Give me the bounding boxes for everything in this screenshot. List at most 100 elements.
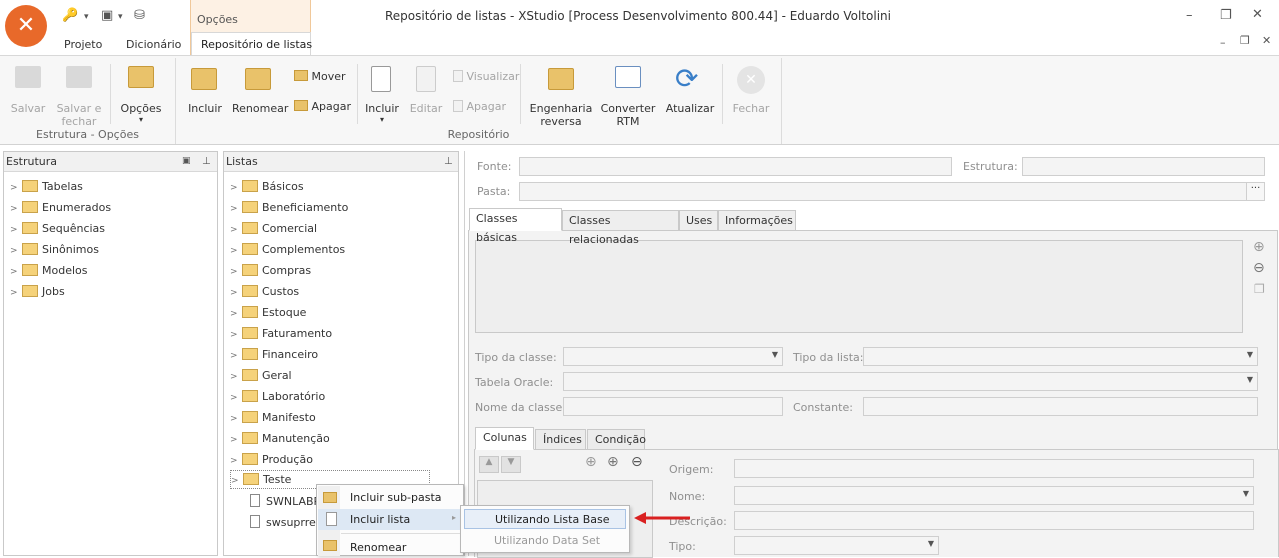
classes-list[interactable] [475,240,1243,333]
pin-icon[interactable]: ⊥ [444,152,453,171]
mdi-close-icon[interactable]: ✕ [1262,34,1271,47]
expand-arrow-icon[interactable]: > [230,199,242,220]
salvar-e-fechar-button[interactable]: Salvar e fechar [55,66,103,128]
tree-item[interactable]: > Sequências [10,218,105,239]
atualizar-button[interactable]: ⟳ Atualizar [665,62,715,124]
expand-arrow-icon[interactable]: > [231,473,243,490]
expand-arrow-icon[interactable]: > [10,220,22,241]
list-file-item[interactable]: swsuprren [250,512,323,533]
list-folder-item[interactable]: > Comercial [230,218,317,239]
converter-rtm-button[interactable]: Converter RTM [600,66,656,130]
remove-column-icon[interactable]: ⊖ [631,454,643,470]
incluir-button[interactable]: Incluir [185,66,225,124]
expand-arrow-icon[interactable]: > [230,409,242,430]
tab-dicionario[interactable]: Dicionário [126,38,181,51]
engenharia-reversa-button[interactable]: Engenharia reversa [528,66,594,130]
expand-arrow-icon[interactable]: > [230,367,242,388]
origem-field[interactable] [734,459,1254,478]
editar-button[interactable]: Editar [408,66,444,124]
tipo-select[interactable]: ▼ [734,536,939,555]
link-add-icon[interactable]: ⊕ [585,454,597,470]
tree-item[interactable]: > Tabelas [10,176,83,197]
tab-classes-básicas[interactable]: Classes básicas [469,208,562,244]
pasta-field[interactable] [519,182,1265,201]
tree-item[interactable]: > Modelos [10,260,88,281]
expand-arrow-icon[interactable]: > [230,451,242,472]
expand-arrow-icon[interactable]: > [230,430,242,451]
list-folder-item[interactable]: > Complementos [230,239,345,260]
list-folder-item[interactable]: > Básicos [230,176,304,197]
expand-arrow-icon[interactable]: > [230,220,242,241]
descricao-field[interactable] [734,511,1254,530]
nome-classe-field[interactable] [563,397,783,416]
nome-select[interactable]: ▼ [734,486,1254,505]
apagar-button[interactable]: Apagar [294,100,351,116]
expand-arrow-icon[interactable]: > [230,178,242,199]
fonte-field[interactable] [519,157,952,176]
list-folder-item[interactable]: > Manutenção [230,428,330,449]
menu-item-renomear[interactable]: Renomear [317,536,463,556]
list-folder-item[interactable]: > Estoque [230,302,306,323]
expand-arrow-icon[interactable]: > [10,283,22,304]
renomear-button[interactable]: Renomear [232,66,288,124]
mover-button[interactable]: Mover [294,70,346,86]
pin-icon[interactable]: ⊥ [202,152,211,171]
maximize-pane-icon[interactable]: ▣ [182,152,191,171]
list-folder-item[interactable]: > Beneficiamento [230,197,348,218]
subtab-1[interactable]: Índices [535,429,586,450]
list-folder-item[interactable]: > Financeiro [230,344,318,365]
expand-arrow-icon[interactable]: > [230,388,242,409]
copy-icon[interactable]: ❐ [1254,282,1265,296]
window-icon[interactable]: ▣ [101,8,113,23]
constante-field[interactable] [863,397,1258,416]
expand-arrow-icon[interactable]: > [230,346,242,367]
tree-item[interactable]: > Enumerados [10,197,111,218]
opcoes-button[interactable]: Opções ▾ [118,66,164,124]
expand-arrow-icon[interactable]: > [230,304,242,325]
mdi-restore-icon[interactable]: ❐ [1240,34,1250,47]
expand-arrow-icon[interactable]: > [10,262,22,283]
expand-arrow-icon[interactable]: > [10,178,22,199]
list-folder-item[interactable]: > Compras [230,260,311,281]
tab-uses[interactable]: Uses [679,210,718,231]
add-column-icon[interactable]: ⊕ [607,454,619,470]
menu-item-incluir-lista[interactable]: Incluir lista ▸ [318,509,463,530]
remove-icon[interactable]: ⊖ [1253,260,1265,276]
list-folder-item[interactable]: > Custos [230,281,299,302]
minimize-icon[interactable]: – [1186,8,1193,23]
expand-arrow-icon[interactable]: > [10,241,22,262]
database-icon[interactable]: ⛁ [134,8,145,23]
tree-item[interactable]: > Sinônimos [10,239,99,260]
list-folder-item[interactable]: > Geral [230,365,292,386]
move-up-icon[interactable]: ▲ [479,456,499,473]
tab-projeto[interactable]: Projeto [64,38,102,51]
submenu-item-data-set[interactable]: Utilizando Data Set [464,531,626,551]
list-folder-item[interactable]: > Produção [230,449,313,470]
expand-arrow-icon[interactable]: > [10,199,22,220]
apagar-lista-button[interactable]: Apagar [453,100,506,116]
expand-arrow-icon[interactable]: > [230,262,242,283]
submenu-item-lista-base[interactable]: Utilizando Lista Base [464,509,626,529]
key-icon[interactable]: 🔑 [62,8,78,23]
expand-arrow-icon[interactable]: > [230,325,242,346]
menu-item-incluir-sub-pasta[interactable]: Incluir sub-pasta [317,488,463,508]
visualizar-button[interactable]: Visualizar [453,70,519,86]
restore-icon[interactable]: ❐ [1220,8,1232,23]
tipo-classe-select[interactable]: ▼ [563,347,783,366]
close-icon[interactable]: ✕ [1252,7,1263,22]
subtab-2[interactable]: Condição [587,429,646,450]
expand-arrow-icon[interactable]: > [230,283,242,304]
tab-repositorio-de-listas[interactable]: Repositório de listas [201,38,312,51]
estrutura-field[interactable] [1022,157,1265,176]
salvar-button[interactable]: Salvar [8,66,48,124]
list-folder-item[interactable]: > Laboratório [230,386,325,407]
app-logo-icon[interactable]: ✕ [5,5,47,47]
move-down-icon[interactable]: ▼ [501,456,521,473]
incluir-lista-button[interactable]: Incluir ▾ [364,66,400,124]
mdi-minimize-icon[interactable]: – [1220,36,1226,49]
tree-item[interactable]: > Jobs [10,281,65,302]
chevron-down-icon[interactable]: ▾ [84,12,89,22]
tab-informações[interactable]: Informações [718,210,796,231]
browse-button[interactable]: ··· [1246,183,1264,200]
add-icon[interactable]: ⊕ [1253,239,1265,255]
